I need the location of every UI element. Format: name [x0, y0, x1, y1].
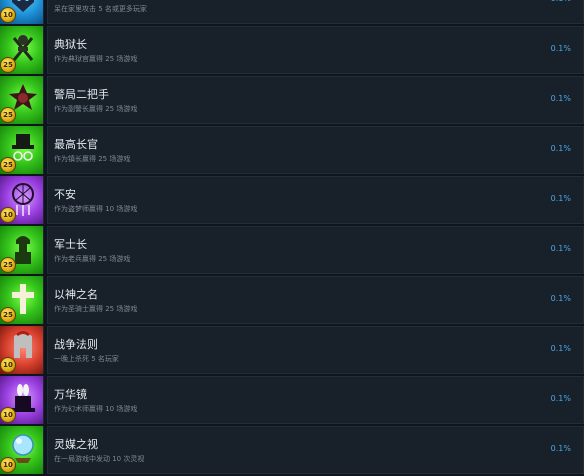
achievement-badge: 10	[0, 326, 44, 374]
achievement-badge: 10	[0, 176, 44, 224]
achievement-badge: 25	[0, 76, 44, 124]
coin-icon: 25	[0, 307, 16, 323]
achievement-badge: 25	[0, 126, 44, 174]
achievement-description: 呆在家里攻击 5 名或更多玩家	[54, 5, 147, 13]
coin-icon: 25	[0, 257, 16, 273]
achievement-card: 不安作为盗梦师赢得 10 场游戏 0.1%	[47, 176, 584, 224]
achievement-card: 灵媒之视在一局游戏中发动 10 次灵视 0.1%	[47, 426, 584, 474]
coin-icon: 10	[0, 407, 16, 423]
achievement-description: 作为典狱官赢得 25 场游戏	[54, 55, 138, 63]
achievement-description: 作为圣骑士赢得 25 场游戏	[54, 305, 138, 313]
achievement-unlock-percent: 0.1%	[550, 444, 571, 453]
coin-icon: 25	[0, 107, 16, 123]
achievement-title: 警局二把手	[54, 88, 109, 101]
achievement-title: 以神之名	[54, 288, 98, 301]
achievement-unlock-percent: 0.1%	[550, 94, 571, 103]
coin-icon: 25	[0, 57, 16, 73]
achievement-title: 战争法则	[54, 338, 98, 351]
achievement-badge: 25	[0, 276, 44, 324]
achievement-badge: 25	[0, 226, 44, 274]
achievement-unlock-percent: 0.1%	[550, 344, 571, 353]
achievement-description: 在一局游戏中发动 10 次灵视	[54, 455, 145, 463]
coin-icon: 25	[0, 157, 16, 173]
achievement-description: 作为盗梦师赢得 10 场游戏	[54, 205, 138, 213]
achievement-card: 军士长作为老兵赢得 25 场游戏 0.1%	[47, 226, 584, 274]
achievement-row[interactable]: 25 军士长作为老兵赢得 25 场游戏 0.1%	[0, 226, 584, 276]
coin-icon: 10	[0, 457, 16, 473]
achievement-unlock-percent: 0.1%	[550, 194, 571, 203]
achievement-description: 作为老兵赢得 25 场游戏	[54, 255, 131, 263]
coin-icon: 10	[0, 207, 16, 223]
achievement-card: 典狱长作为典狱官赢得 25 场游戏 0.1%	[47, 26, 584, 74]
achievement-card: 警局二把手作为副警长赢得 25 场游戏 0.1%	[47, 76, 584, 124]
achievement-title: 灵媒之视	[54, 438, 98, 451]
coin-icon: 10	[0, 357, 16, 373]
achievement-unlock-percent: 0.1%	[551, 0, 571, 3]
achievement-title: 典狱长	[54, 38, 87, 51]
achievement-row[interactable]: 10 战争法则一晚上杀死 5 名玩家 0.1%	[0, 326, 584, 376]
achievement-card: 万华镜作为幻术师赢得 10 场游戏 0.1%	[47, 376, 584, 424]
achievement-row[interactable]: 25 典狱长作为典狱官赢得 25 场游戏 0.1%	[0, 26, 584, 76]
achievement-row[interactable]: 10 横冲直撞呆在家里攻击 5 名或更多玩家 0.1%	[0, 0, 584, 26]
achievement-card: 横冲直撞呆在家里攻击 5 名或更多玩家 0.1%	[47, 0, 584, 24]
achievement-row[interactable]: 10 灵媒之视在一局游戏中发动 10 次灵视 0.1%	[0, 426, 584, 476]
achievement-unlock-percent: 0.1%	[550, 44, 571, 53]
coin-icon: 10	[0, 7, 16, 23]
achievement-unlock-percent: 0.1%	[550, 394, 571, 403]
achievement-description: 作为副警长赢得 25 场游戏	[54, 105, 138, 113]
achievement-title: 最高长官	[54, 138, 98, 151]
achievement-unlock-percent: 0.1%	[550, 294, 571, 303]
achievement-unlock-percent: 0.1%	[550, 144, 571, 153]
achievement-row[interactable]: 25 警局二把手作为副警长赢得 25 场游戏 0.1%	[0, 76, 584, 126]
achievement-unlock-percent: 0.1%	[550, 244, 571, 253]
achievement-badge: 10	[0, 426, 44, 474]
achievement-row[interactable]: 10 万华镜作为幻术师赢得 10 场游戏 0.1%	[0, 376, 584, 426]
achievement-row[interactable]: 25 以神之名作为圣骑士赢得 25 场游戏 0.1%	[0, 276, 584, 326]
achievement-badge: 25	[0, 26, 44, 74]
achievement-card: 以神之名作为圣骑士赢得 25 场游戏 0.1%	[47, 276, 584, 324]
achievement-row[interactable]: 10 不安作为盗梦师赢得 10 场游戏 0.1%	[0, 176, 584, 226]
achievement-row[interactable]: 25 最高长官作为镇长赢得 25 场游戏 0.1%	[0, 126, 584, 176]
achievement-description: 作为镇长赢得 25 场游戏	[54, 155, 131, 163]
achievement-title: 军士长	[54, 238, 87, 251]
achievement-card: 战争法则一晚上杀死 5 名玩家 0.1%	[47, 326, 584, 374]
achievement-description: 作为幻术师赢得 10 场游戏	[54, 405, 138, 413]
achievement-card: 最高长官作为镇长赢得 25 场游戏 0.1%	[47, 126, 584, 174]
achievement-badge: 10	[0, 0, 44, 24]
achievement-badge: 10	[0, 376, 44, 424]
achievement-description: 一晚上杀死 5 名玩家	[54, 355, 119, 363]
achievement-title: 不安	[54, 188, 76, 201]
achievement-title: 万华镜	[54, 388, 87, 401]
achievement-title: 横冲直撞	[54, 0, 98, 2]
